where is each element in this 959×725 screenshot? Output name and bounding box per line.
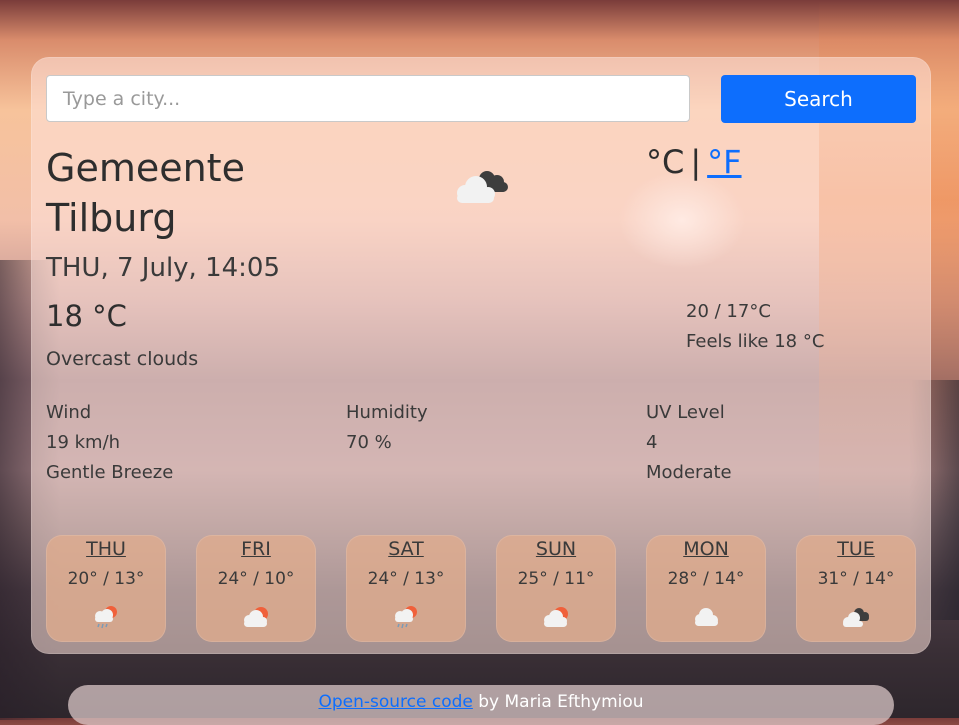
footer-author: by Maria Efthymiou (472, 692, 644, 712)
overcast-clouds-icon (451, 163, 513, 207)
current-temperature: 18 °C (46, 299, 127, 333)
search-input[interactable]: Type a city... (46, 75, 690, 122)
unit-fahrenheit-link[interactable]: °F (707, 143, 741, 181)
partly-cloudy-icon (240, 603, 272, 631)
current-datetime: THU, 7 July, 14:05 (46, 253, 281, 283)
forecast-day: TUE 31° / 14° (796, 535, 916, 642)
forecast-range: 31° / 14° (817, 569, 895, 589)
unit-toggle: °C | °F (646, 143, 742, 181)
forecast-range: 28° / 14° (667, 569, 745, 589)
wind-stat: Wind 19 km/h Gentle Breeze (46, 398, 173, 488)
city-name: Gemeente Tilburg (46, 146, 245, 240)
wind-detail: Gentle Breeze (46, 462, 174, 483)
forecast-day: SUN 25° / 11° (496, 535, 616, 642)
forecast-day: MON 28° / 14° (646, 535, 766, 642)
forecast-day: THU 20° / 13° (46, 535, 166, 642)
forecast-range: 24° / 10° (217, 569, 295, 589)
forecast-range: 24° / 13° (367, 569, 445, 589)
wind-label: Wind (46, 402, 92, 423)
forecast-day-name[interactable]: SAT (346, 538, 466, 560)
humidity-value: 70 % (346, 432, 392, 453)
forecast-day-name[interactable]: SUN (496, 538, 616, 560)
search-placeholder: Type a city... (63, 87, 181, 110)
cloud-icon (690, 603, 722, 631)
weather-description: Overcast clouds (46, 348, 199, 370)
forecast-day-name[interactable]: TUE (796, 538, 916, 560)
wind-value: 19 km/h (46, 432, 121, 453)
uv-stat: UV Level 4 Moderate (646, 398, 732, 488)
forecast-range: 20° / 13° (67, 569, 145, 589)
source-code-link[interactable]: Open-source code (318, 692, 472, 712)
forecast-day-name[interactable]: MON (646, 538, 766, 560)
rain-sun-icon (90, 603, 122, 631)
forecast-range: 25° / 11° (517, 569, 595, 589)
forecast-day-name[interactable]: FRI (196, 538, 316, 560)
uv-value: 4 (646, 432, 658, 453)
forecast-day: SAT 24° / 13° (346, 535, 466, 642)
footer: Open-source code by Maria Efthymiou (68, 685, 894, 725)
unit-celsius[interactable]: °C (646, 143, 684, 181)
forecast-day-name[interactable]: THU (46, 538, 166, 560)
humidity-label: Humidity (346, 402, 428, 423)
feels-like: Feels like 18 °C (686, 331, 825, 352)
humidity-stat: Humidity 70 % (346, 398, 428, 458)
uv-label: UV Level (646, 402, 725, 423)
search-button[interactable]: Search (721, 75, 916, 123)
weather-card: Type a city... Search Gemeente Tilburg °… (31, 57, 931, 654)
forecast-day: FRI 24° / 10° (196, 535, 316, 642)
uv-detail: Moderate (646, 462, 732, 483)
partly-cloudy-icon (540, 603, 572, 631)
overcast-clouds-icon (840, 603, 872, 631)
unit-separator: | (690, 143, 702, 181)
forecast-row: THU 20° / 13° FRI 24° / 10° SAT 24° / 13… (46, 535, 916, 643)
min-max-temperature: 20 / 17°C (686, 301, 771, 322)
rain-sun-icon (390, 603, 422, 631)
